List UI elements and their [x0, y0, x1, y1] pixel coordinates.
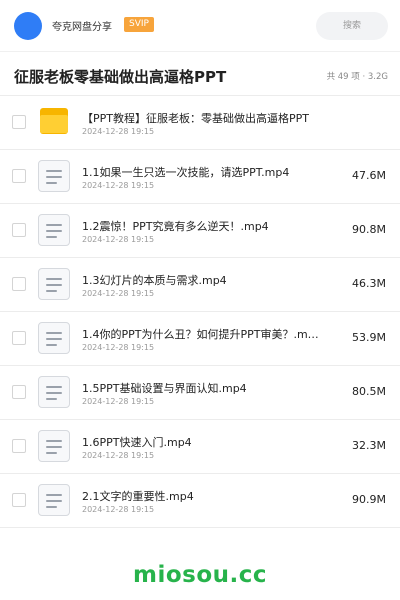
title-row: 征服老板零基础做出高逼格PPT 共 49 项 · 3.2G	[0, 52, 400, 96]
svip-badge: SVIP	[124, 17, 154, 32]
file-icon	[38, 430, 70, 462]
list-item[interactable]: 1.6PPT快速入门.mp4 2024-12-28 19:15 32.3M	[0, 420, 400, 474]
file-name[interactable]: 1.2震惊！PPT究竟有多么逆天！.mp4	[82, 218, 269, 234]
list-item[interactable]: 1.5PPT基础设置与界面认知.mp4 2024-12-28 19:15 80.…	[0, 366, 400, 420]
watermark: miosou.cc	[132, 562, 268, 588]
folder-icon	[38, 106, 70, 138]
search-input[interactable]	[316, 12, 388, 40]
file-size: 32.3M	[352, 439, 386, 452]
file-name[interactable]: 2.1文字的重要性.mp4	[82, 488, 194, 504]
row-checkbox[interactable]	[12, 331, 26, 345]
file-name[interactable]: 1.1如果一生只选一次技能，请选PPT.mp4	[82, 164, 289, 180]
user-name[interactable]: 夸克网盘分享	[52, 18, 112, 33]
file-list: 【PPT教程】征服老板：零基础做出高逼格PPT 2024-12-28 19:15…	[0, 96, 400, 528]
file-size: 53.9M	[352, 331, 386, 344]
file-name[interactable]: 1.3幻灯片的本质与需求.mp4	[82, 272, 227, 288]
file-size: 80.5M	[352, 385, 386, 398]
row-checkbox[interactable]	[12, 169, 26, 183]
file-size: 90.8M	[352, 223, 386, 236]
file-name[interactable]: 1.5PPT基础设置与界面认知.mp4	[82, 380, 247, 396]
file-icon	[38, 160, 70, 192]
file-size: 47.6M	[352, 169, 386, 182]
list-item[interactable]: 1.3幻灯片的本质与需求.mp4 2024-12-28 19:15 46.3M	[0, 258, 400, 312]
file-date: 2024-12-28 19:15	[82, 289, 155, 298]
file-icon	[38, 322, 70, 354]
file-size: 46.3M	[352, 277, 386, 290]
header: 夸克网盘分享 SVIP	[0, 0, 400, 52]
page-title: 征服老板零基础做出高逼格PPT	[14, 68, 227, 86]
file-date: 2024-12-28 19:15	[82, 451, 155, 460]
file-icon	[38, 214, 70, 246]
row-checkbox[interactable]	[12, 493, 26, 507]
row-checkbox[interactable]	[12, 223, 26, 237]
file-name[interactable]: 1.6PPT快速入门.mp4	[82, 434, 192, 450]
list-item[interactable]: 【PPT教程】征服老板：零基础做出高逼格PPT 2024-12-28 19:15	[0, 96, 400, 150]
list-item[interactable]: 2.1文字的重要性.mp4 2024-12-28 19:15 90.9M	[0, 474, 400, 528]
file-date: 2024-12-28 19:15	[82, 397, 155, 406]
file-date: 2024-12-28 19:15	[82, 181, 155, 190]
avatar[interactable]	[14, 12, 42, 40]
file-icon	[38, 268, 70, 300]
file-size: 90.9M	[352, 493, 386, 506]
list-item[interactable]: 1.1如果一生只选一次技能，请选PPT.mp4 2024-12-28 19:15…	[0, 150, 400, 204]
row-checkbox[interactable]	[12, 385, 26, 399]
row-checkbox[interactable]	[12, 439, 26, 453]
file-icon	[38, 484, 70, 516]
file-name[interactable]: 1.4你的PPT为什么丑？如何提升PPT审美？.m…	[82, 326, 319, 342]
share-page: 夸克网盘分享 SVIP 征服老板零基础做出高逼格PPT 共 49 项 · 3.2…	[0, 0, 400, 600]
row-checkbox[interactable]	[12, 277, 26, 291]
item-count-meta: 共 49 项 · 3.2G	[326, 72, 388, 82]
row-checkbox[interactable]	[12, 115, 26, 129]
file-date: 2024-12-28 19:15	[82, 343, 155, 352]
file-date: 2024-12-28 19:15	[82, 235, 155, 244]
file-date: 2024-12-28 19:15	[82, 505, 155, 514]
list-item[interactable]: 1.4你的PPT为什么丑？如何提升PPT审美？.m… 2024-12-28 19…	[0, 312, 400, 366]
file-date: 2024-12-28 19:15	[82, 127, 155, 136]
list-item[interactable]: 1.2震惊！PPT究竟有多么逆天！.mp4 2024-12-28 19:15 9…	[0, 204, 400, 258]
file-name[interactable]: 【PPT教程】征服老板：零基础做出高逼格PPT	[82, 110, 309, 126]
file-icon	[38, 376, 70, 408]
